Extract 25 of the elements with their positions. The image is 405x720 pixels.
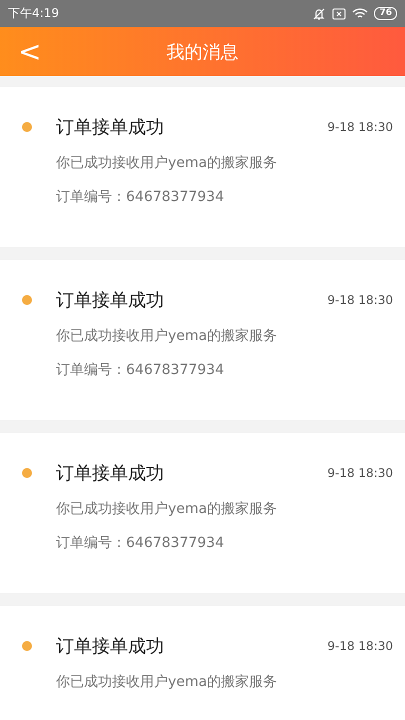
bell-off-icon: [312, 6, 326, 20]
message-time: 9-18 18:30: [327, 639, 393, 653]
message-time: 9-18 18:30: [327, 120, 393, 134]
message-title: 订单接单成功: [56, 635, 165, 658]
order-number: 订单编号：64678377934: [55, 188, 225, 206]
message-title: 订单接单成功: [56, 116, 165, 139]
message-body: 你已成功接收用户yema的搬家服务: [55, 500, 278, 518]
message-body: 你已成功接收用户yema的搬家服务: [55, 154, 278, 172]
order-number: 订单编号：64678377934: [55, 534, 225, 552]
status-time: 下午4:19: [8, 5, 59, 22]
message-card[interactable]: 订单接单成功 9-18 18:30 你已成功接收用户yema的搬家服务 订单编号：64678377934: [0, 87, 405, 247]
message-title: 订单接单成功: [56, 462, 165, 485]
message-body: 你已成功接收用户yema的搬家服务: [55, 327, 278, 345]
message-card[interactable]: 订单接单成功 9-18 18:30 你已成功接收用户yema的搬家服务 订单编号：64678377934: [0, 433, 405, 593]
message-time: 9-18 18:30: [327, 293, 393, 307]
wifi-icon: [352, 8, 368, 20]
message-time: 9-18 18:30: [327, 466, 393, 480]
order-number: 订单编号：64678377934: [55, 361, 225, 379]
message-title: 订单接单成功: [56, 289, 165, 312]
sim-card-icon: [332, 8, 346, 20]
page-title: 我的消息: [166, 40, 238, 64]
message-body: 你已成功接收用户yema的搬家服务: [55, 673, 278, 691]
battery-icon: 76: [374, 7, 397, 20]
message-card[interactable]: 订单接单成功 9-18 18:30 你已成功接收用户yema的搬家服务 订单编号：64678377934: [0, 260, 405, 420]
message-card[interactable]: 订单接单成功 9-18 18:30 你已成功接收用户yema的搬家服务: [0, 606, 405, 720]
